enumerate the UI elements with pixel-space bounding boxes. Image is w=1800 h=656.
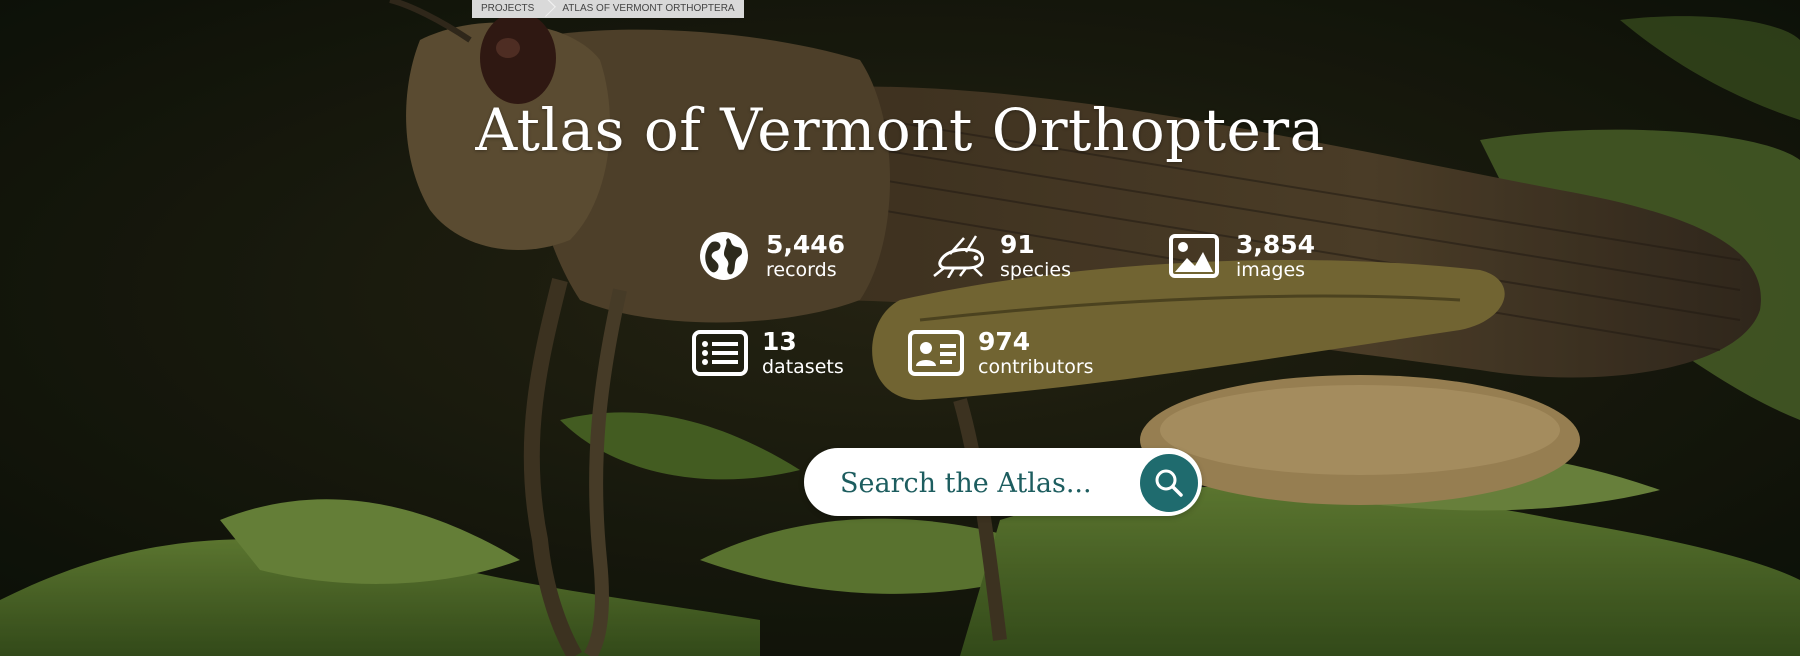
stat-contributors[interactable]: 974 contributors bbox=[908, 325, 1094, 381]
search-bar bbox=[804, 448, 1202, 516]
list-icon bbox=[692, 325, 748, 381]
search-button[interactable] bbox=[1140, 454, 1198, 512]
stat-contributors-value: 974 bbox=[978, 327, 1031, 356]
globe-icon bbox=[696, 228, 752, 284]
contact-card-icon bbox=[908, 325, 964, 381]
stat-records[interactable]: 5,446 records bbox=[696, 228, 845, 284]
breadcrumb-projects-link[interactable]: Projects bbox=[472, 0, 543, 18]
stat-images-label: images bbox=[1236, 259, 1306, 281]
stat-datasets-value: 13 bbox=[762, 327, 797, 356]
search-input[interactable] bbox=[838, 461, 1132, 505]
stat-species-value: 91 bbox=[1000, 230, 1035, 259]
stat-species[interactable]: 91 species bbox=[930, 228, 1071, 284]
stat-records-value: 5,446 bbox=[766, 230, 846, 259]
stat-datasets[interactable]: 13 datasets bbox=[692, 325, 844, 381]
stat-contributors-label: contributors bbox=[978, 356, 1094, 378]
stat-records-label: records bbox=[766, 259, 837, 281]
stat-species-label: species bbox=[1000, 259, 1071, 281]
hero-banner: Projects Atlas of Vermont Orthoptera Atl… bbox=[0, 0, 1800, 656]
breadcrumb: Projects Atlas of Vermont Orthoptera bbox=[472, 0, 744, 18]
breadcrumb-separator bbox=[543, 0, 553, 18]
stat-images[interactable]: 3,854 images bbox=[1166, 228, 1315, 284]
image-icon bbox=[1166, 228, 1222, 284]
search-icon bbox=[1155, 469, 1183, 497]
page-title: Atlas of Vermont Orthoptera bbox=[475, 96, 1325, 164]
stat-images-value: 3,854 bbox=[1236, 230, 1316, 259]
breadcrumb-current-page: Atlas of Vermont Orthoptera bbox=[562, 3, 735, 14]
cricket-icon bbox=[930, 228, 986, 284]
stat-datasets-label: datasets bbox=[762, 356, 844, 378]
